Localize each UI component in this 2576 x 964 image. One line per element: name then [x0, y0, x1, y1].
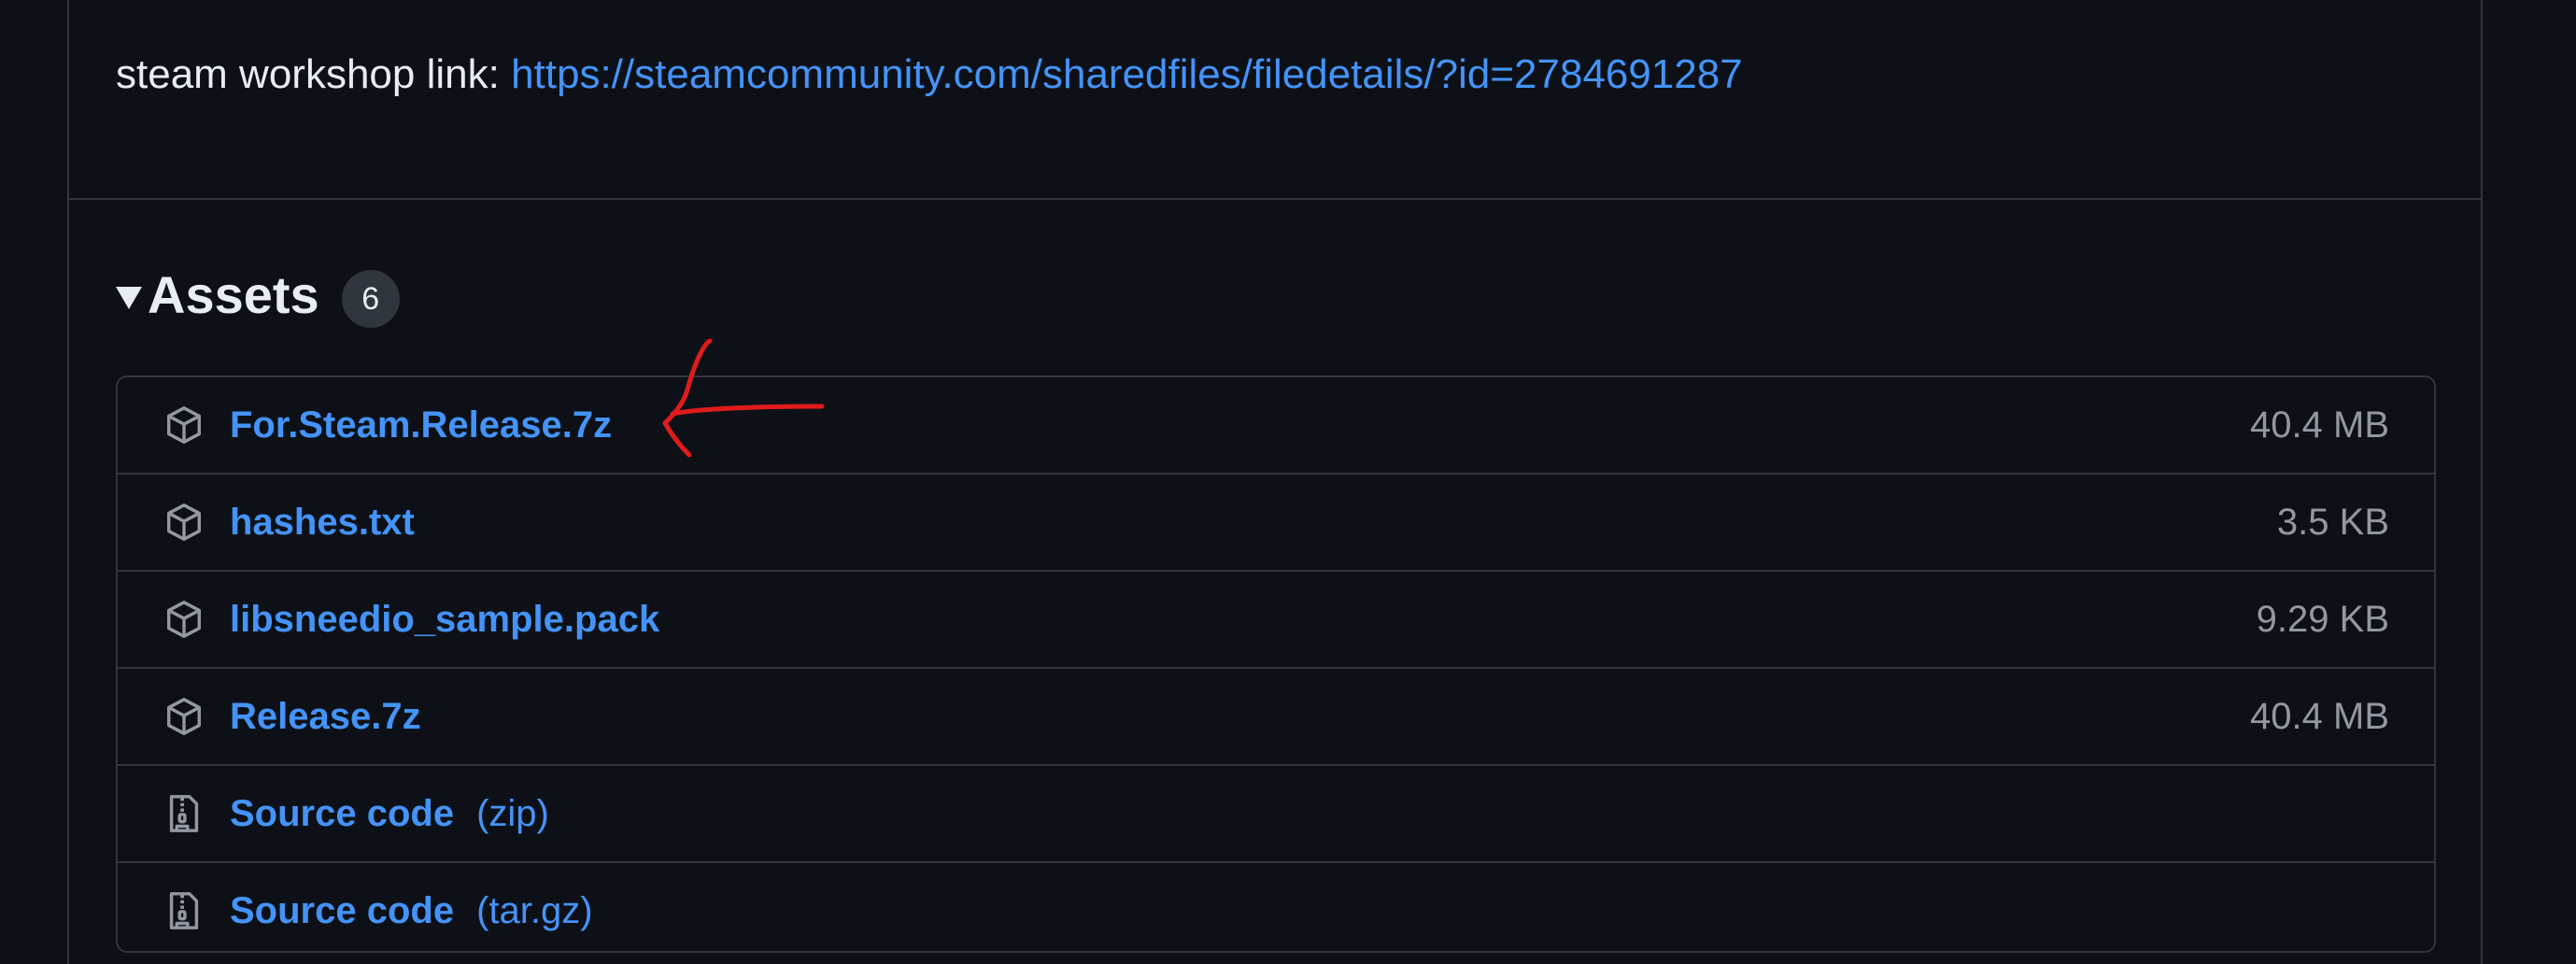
- package-icon: [166, 698, 202, 735]
- section-divider: [69, 198, 2481, 200]
- asset-size: 3.5 KB: [2276, 502, 2389, 543]
- asset-link[interactable]: libsneedio_sample.pack: [230, 594, 659, 645]
- package-icon: [166, 503, 202, 541]
- asset-size: 40.4 MB: [2250, 696, 2389, 737]
- asset-name: Release.7z: [230, 696, 421, 737]
- release-page: steam workshop link: https://steamcommun…: [0, 0, 2576, 964]
- asset-name: libsneedio_sample.pack: [230, 599, 660, 640]
- asset-name: For.Steam.Release.7z: [230, 404, 613, 446]
- workshop-url-link[interactable]: https://steamcommunity.com/sharedfiles/f…: [511, 51, 1743, 97]
- triangle-down-icon: [116, 287, 142, 309]
- assets-title: Assets: [148, 265, 319, 324]
- package-icon: [166, 406, 202, 444]
- asset-link[interactable]: Source code (tar.gz): [230, 886, 593, 936]
- assets-count-badge: 6: [341, 270, 400, 328]
- assets-toggle[interactable]: Assets 6: [116, 262, 400, 329]
- asset-name: Source code: [230, 793, 455, 834]
- release-card: steam workshop link: https://steamcommun…: [67, 0, 2483, 964]
- asset-row: libsneedio_sample.pack 9.29 KB: [118, 572, 2434, 669]
- asset-row: Release.7z 40.4 MB: [118, 669, 2434, 766]
- asset-size: 9.29 KB: [2256, 599, 2389, 640]
- workshop-link-line: steam workshop link: https://steamcommun…: [116, 47, 1743, 103]
- asset-link[interactable]: hashes.txt: [230, 497, 415, 547]
- asset-link[interactable]: Source code (zip): [230, 788, 549, 839]
- file-zip-icon: [169, 892, 199, 929]
- asset-size: 40.4 MB: [2250, 404, 2389, 446]
- workshop-label: steam workshop link:: [116, 51, 500, 97]
- asset-format-suffix: (zip): [476, 793, 549, 834]
- file-zip-icon: [169, 795, 199, 832]
- asset-row: For.Steam.Release.7z 40.4 MB: [118, 377, 2434, 475]
- package-icon: [166, 601, 202, 638]
- asset-row: Source code (zip): [118, 766, 2434, 863]
- asset-name: hashes.txt: [230, 502, 415, 543]
- asset-row: Source code (tar.gz): [118, 863, 2434, 951]
- asset-link[interactable]: Release.7z: [230, 691, 421, 742]
- asset-format-suffix: (tar.gz): [476, 890, 593, 931]
- asset-row: hashes.txt 3.5 KB: [118, 475, 2434, 572]
- asset-name: Source code: [230, 890, 455, 931]
- asset-link[interactable]: For.Steam.Release.7z: [230, 400, 612, 450]
- assets-list: For.Steam.Release.7z 40.4 MB hashes.txt …: [116, 376, 2436, 953]
